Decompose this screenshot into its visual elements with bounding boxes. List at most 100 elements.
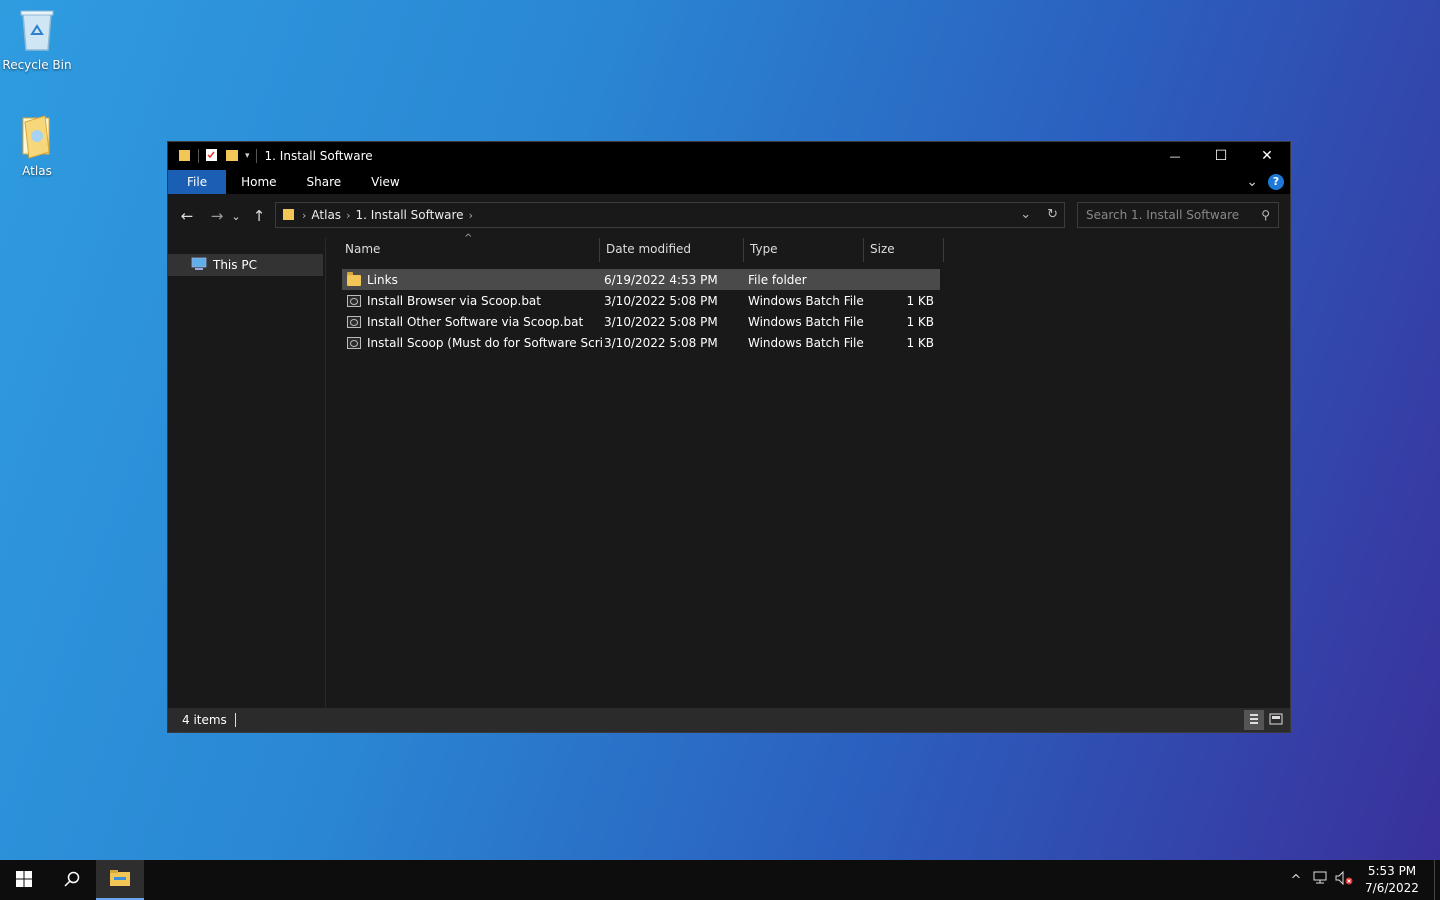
- file-type: Windows Batch File: [748, 293, 864, 308]
- file-name: Install Other Software via Scoop.bat: [367, 314, 584, 329]
- back-arrow-icon: ←: [180, 207, 194, 225]
- status-bar: 4 items: [168, 708, 1290, 732]
- clock-date: 7/6/2022: [1365, 881, 1419, 895]
- close-icon: ✕: [1261, 148, 1273, 164]
- recent-locations-button[interactable]: ⌄: [229, 204, 243, 228]
- title-bar: ▾ 1. Install Software — ☐ ✕: [168, 142, 1290, 170]
- details-view-icon: [1249, 713, 1259, 728]
- window-title: 1. Install Software: [264, 149, 373, 163]
- tab-view[interactable]: View: [356, 170, 414, 194]
- column-header-type[interactable]: Type: [744, 242, 862, 266]
- nav-item-this-pc[interactable]: This PC: [168, 254, 323, 276]
- separator: [255, 149, 257, 163]
- breadcrumb-chevron[interactable]: ›: [346, 209, 350, 222]
- start-button[interactable]: [0, 860, 48, 900]
- search-icon: ⚲: [1261, 208, 1270, 222]
- folder-icon: [178, 148, 192, 165]
- file-size: 1 KB: [906, 314, 934, 329]
- search-button[interactable]: [48, 860, 96, 900]
- folder-icon: [15, 112, 59, 160]
- volume-muted-icon[interactable]: [1332, 870, 1356, 889]
- address-dropdown-icon[interactable]: ⌄: [1020, 207, 1031, 222]
- show-hidden-icons-icon[interactable]: ^: [1284, 873, 1308, 888]
- windows-logo-icon: [16, 870, 32, 890]
- navigation-pane: This PC: [168, 238, 326, 709]
- address-bar[interactable]: › Atlas › 1. Install Software › ⌄ ↻: [275, 202, 1065, 228]
- up-arrow-icon: ↑: [252, 207, 266, 225]
- batch-file-icon: [346, 293, 362, 309]
- taskbar-file-explorer[interactable]: [96, 860, 144, 900]
- breadcrumb-chevron[interactable]: ›: [302, 209, 306, 222]
- large-icons-view-icon: [1269, 713, 1283, 728]
- clock-time: 5:53 PM: [1367, 864, 1417, 878]
- file-row[interactable]: Install Browser via Scoop.bat 3/10/2022 …: [342, 290, 940, 311]
- file-explorer-window: ▾ 1. Install Software — ☐ ✕ File Home Sh…: [167, 141, 1291, 733]
- forward-arrow-icon: →: [210, 207, 224, 225]
- refresh-icon[interactable]: ↻: [1047, 207, 1058, 222]
- details-view-button[interactable]: [1244, 710, 1264, 730]
- file-name: Install Browser via Scoop.bat: [367, 293, 541, 308]
- item-count: 4 items: [182, 713, 227, 727]
- breadcrumb-atlas[interactable]: Atlas: [311, 208, 341, 222]
- file-name: Install Scoop (Must do for Software Scri…: [367, 335, 602, 350]
- column-header-name[interactable]: Name: [339, 242, 595, 266]
- tab-share[interactable]: Share: [292, 170, 357, 194]
- ribbon-tabs: File Home Share View ⌄ ?: [168, 170, 1290, 194]
- file-row-links[interactable]: Links 6/19/2022 4:53 PM File folder: [342, 269, 940, 290]
- breadcrumb-install-software[interactable]: 1. Install Software: [355, 208, 463, 222]
- file-row[interactable]: Install Scoop (Must do for Software Scri…: [342, 332, 940, 353]
- file-explorer-icon: [109, 869, 131, 890]
- tab-file[interactable]: File: [168, 170, 227, 194]
- maximize-icon: ☐: [1214, 148, 1228, 164]
- search-placeholder: Search 1. Install Software: [1086, 208, 1240, 222]
- file-date: 3/10/2022 5:08 PM: [604, 293, 718, 308]
- forward-button[interactable]: →: [205, 204, 229, 228]
- expand-ribbon-icon[interactable]: ⌄: [1246, 174, 1258, 190]
- network-icon[interactable]: [1308, 871, 1332, 889]
- customize-toolbar-icon[interactable]: ▾: [245, 151, 250, 161]
- system-tray: ^ 5:53 PM 7/6/2022: [1284, 860, 1440, 900]
- file-date: 6/19/2022 4:53 PM: [604, 272, 718, 287]
- computer-icon: [191, 257, 207, 274]
- search-icon: [64, 871, 80, 890]
- help-icon[interactable]: ?: [1268, 174, 1284, 190]
- desktop-icon-label: Atlas: [22, 164, 52, 178]
- file-size: 1 KB: [906, 335, 934, 350]
- show-desktop-button[interactable]: [1434, 860, 1440, 900]
- minimize-icon: —: [1169, 149, 1181, 163]
- file-row[interactable]: Install Other Software via Scoop.bat 3/1…: [342, 311, 940, 332]
- file-size: 1 KB: [906, 293, 934, 308]
- desktop-icon-atlas[interactable]: Atlas: [0, 112, 74, 178]
- up-button[interactable]: ↑: [247, 204, 271, 228]
- desktop-icon-label: Recycle Bin: [2, 58, 72, 72]
- column-headers: ^ Name Date modified Type Size: [338, 233, 1118, 262]
- folder-icon: [282, 207, 296, 224]
- maximize-button[interactable]: ☐: [1198, 142, 1244, 170]
- status-divider: [234, 713, 236, 727]
- large-icons-view-button[interactable]: [1266, 710, 1286, 730]
- breadcrumb-chevron[interactable]: ›: [469, 209, 473, 222]
- column-header-size[interactable]: Size: [864, 242, 942, 266]
- close-button[interactable]: ✕: [1244, 142, 1290, 170]
- tab-home[interactable]: Home: [226, 170, 291, 194]
- file-type: Windows Batch File: [748, 335, 864, 350]
- minimize-button[interactable]: —: [1152, 142, 1198, 170]
- column-divider[interactable]: [943, 238, 944, 262]
- file-list: ^ Name Date modified Type Size Links 6/1…: [338, 233, 1288, 709]
- properties-icon[interactable]: [205, 148, 219, 165]
- clock[interactable]: 5:53 PM 7/6/2022: [1356, 863, 1428, 897]
- desktop-icon-recycle-bin[interactable]: Recycle Bin: [0, 6, 74, 72]
- file-date: 3/10/2022 5:08 PM: [604, 314, 718, 329]
- search-box[interactable]: Search 1. Install Software ⚲: [1077, 202, 1279, 228]
- file-type: File folder: [748, 272, 807, 287]
- new-folder-icon[interactable]: [225, 148, 239, 165]
- column-header-date[interactable]: Date modified: [600, 242, 744, 266]
- recycle-bin-icon: [15, 6, 59, 54]
- navigation-bar: ← → ⌄ ↑ › Atlas › 1. Install Software › …: [168, 194, 1290, 238]
- back-button[interactable]: ←: [175, 204, 199, 228]
- folder-icon: [346, 271, 362, 288]
- nav-item-label: This PC: [213, 258, 257, 272]
- file-type: Windows Batch File: [748, 314, 864, 329]
- file-date: 3/10/2022 5:08 PM: [604, 335, 718, 350]
- quick-access-toolbar: ▾: [168, 148, 257, 165]
